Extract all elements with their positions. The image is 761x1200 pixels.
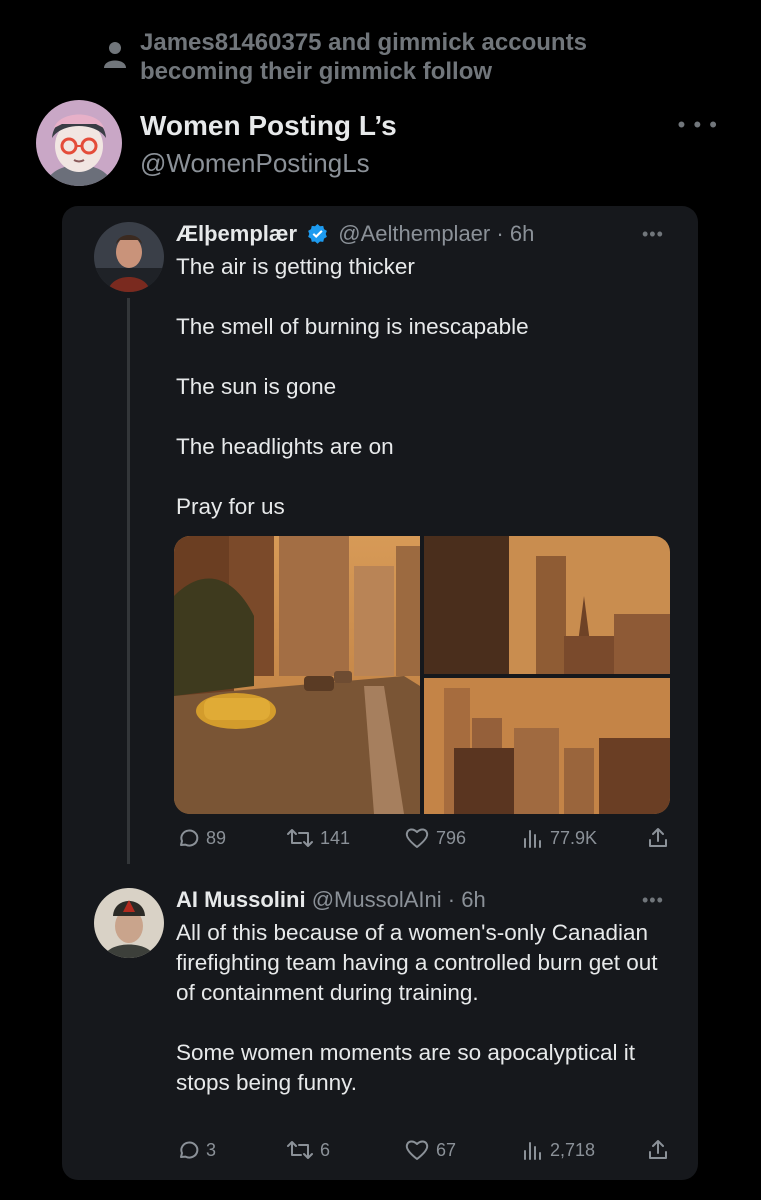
retweet-count: 141 — [320, 827, 351, 848]
heart-icon — [405, 1140, 429, 1160]
tweet-1-avatar[interactable] — [94, 222, 164, 292]
views-button[interactable]: 77.9K — [522, 826, 597, 850]
skyline-smoke-photo-2[interactable] — [424, 678, 670, 814]
share-icon — [649, 828, 667, 847]
tweet-2-paragraph: All of this because of a women's-only Ca… — [176, 920, 658, 1005]
tweet-1-actions: 89 141 796 77.9K — [176, 826, 676, 860]
tweet-1-paragraph: The headlights are on — [176, 434, 394, 459]
tweet-2-author-name[interactable]: AI Mussolini — [176, 887, 306, 912]
reply-icon — [180, 829, 199, 847]
skyline-smoke-photo-1[interactable] — [424, 536, 670, 674]
tweet-2-handle[interactable]: @MussolAIni — [312, 887, 442, 912]
account-handle[interactable]: @WomenPostingLs — [140, 148, 370, 179]
retweet-icon — [287, 1141, 313, 1159]
like-count: 67 — [436, 1139, 457, 1160]
tweet-1-paragraph: The sun is gone — [176, 374, 337, 399]
views-icon — [524, 1142, 541, 1160]
tweet-1-paragraph: The air is getting thicker — [176, 254, 415, 279]
views-count: 2,718 — [550, 1139, 596, 1160]
retweet-button[interactable]: 141 — [286, 826, 350, 850]
views-icon — [524, 830, 541, 848]
city-street-smoke-photo[interactable] — [174, 536, 420, 814]
retweet-icon — [287, 829, 313, 847]
social-context-line1[interactable]: James81460375 and gimmick accounts — [140, 28, 587, 57]
retweet-button[interactable]: 6 — [286, 1138, 330, 1162]
tweet-2-actions: 3 6 67 2,718 — [176, 1138, 676, 1172]
like-count: 796 — [436, 827, 467, 848]
tweet-2-more-icon[interactable]: ••• — [642, 890, 664, 911]
tweet-2-text: All of this because of a women's-only Ca… — [176, 918, 676, 1098]
tweet-1-separator: · — [496, 221, 504, 246]
tweet-1-header: Ælþemplær @Aelthemplaer · 6h — [176, 221, 534, 250]
tweet-1-paragraph: Pray for us — [176, 494, 285, 519]
tweet-1-more-icon[interactable]: ••• — [642, 224, 664, 245]
reply-count: 89 — [206, 827, 227, 848]
share-button[interactable] — [646, 826, 670, 850]
tweet-2-header: AI Mussolini @MussolAIni · 6h — [176, 887, 486, 913]
reply-icon — [180, 1141, 199, 1159]
more-horizontal-icon[interactable]: • • • — [678, 112, 718, 138]
social-context: James81460375 and gimmick accounts becom… — [102, 28, 587, 86]
account-avatar[interactable] — [36, 100, 122, 186]
views-count: 77.9K — [550, 827, 598, 848]
heart-icon — [405, 828, 429, 848]
views-button[interactable]: 2,718 — [522, 1138, 595, 1162]
tweet-2-avatar[interactable] — [94, 888, 164, 958]
tweet-2-time[interactable]: 6h — [461, 887, 485, 912]
retweet-count: 6 — [320, 1139, 331, 1160]
tweet-1-paragraph: The smell of burning is inescapable — [176, 314, 529, 339]
tweet-2-separator: · — [447, 887, 456, 912]
like-button[interactable]: 67 — [404, 1138, 456, 1162]
reply-button[interactable]: 3 — [176, 1138, 216, 1162]
account-name[interactable]: Women Posting L’s — [140, 110, 397, 142]
tweet-1-text: The air is getting thicker The smell of … — [176, 252, 676, 522]
tweet-1-media-grid — [174, 536, 670, 814]
like-button[interactable]: 796 — [404, 826, 466, 850]
share-icon — [649, 1140, 667, 1159]
share-button[interactable] — [646, 1138, 670, 1162]
reply-button[interactable]: 89 — [176, 826, 226, 850]
verified-badge-icon — [307, 223, 328, 250]
tweet-1-handle[interactable]: @Aelthemplaer — [338, 221, 490, 246]
tweet-1-time[interactable]: 6h — [510, 221, 534, 246]
reply-count: 3 — [206, 1139, 217, 1160]
person-icon — [102, 28, 130, 75]
social-context-line2: becoming their gimmick follow — [140, 58, 493, 85]
tweet-1-author-name[interactable]: Ælþemplær — [176, 221, 297, 246]
thread-connector — [127, 298, 130, 864]
tweet-header: Women Posting L’s @WomenPostingLs • • • — [36, 100, 726, 192]
tweet-2-paragraph: Some women moments are so apocalyptical … — [176, 1040, 635, 1095]
